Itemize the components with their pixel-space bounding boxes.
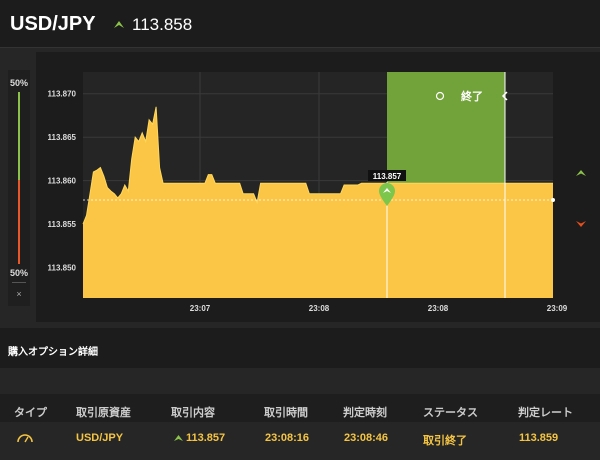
gauge-down-bar [18,180,20,264]
row-rate: 113.859 [519,432,559,444]
end-label-text: 終了 [461,89,483,103]
arrow-down-icon [576,221,586,227]
y-tick-label: 113.850 [48,264,77,273]
header-trade-time: 取引時間 [264,407,308,419]
current-price: 113.858 [132,15,193,34]
header-content: 取引内容 [171,407,215,419]
row-judge-time: 23:08:46 [344,432,389,444]
header-bar: USD/JPY 113.858 [0,0,600,48]
gauge-icon [17,434,33,443]
table-row[interactable]: USD/JPY 113.857 23:08:16 23:08:46 取引終了 1… [0,422,600,452]
x-tick-label: 23:07 [190,304,211,313]
table-header-row: タイプ 取引原資産 取引内容 取引時間 判定時刻 ステータス 判定レート [0,394,600,422]
gauge-top-percent: 50% [9,78,28,88]
pair-title: USD/JPY [10,13,96,35]
x-tick-label: 23:08 [428,304,449,313]
y-tick-label: 113.865 [48,133,77,142]
buy-down-button[interactable] [570,214,592,234]
x-tick-label: 23:08 [309,304,330,313]
details-title: 購入オプション詳細 [8,347,98,358]
chart-svg: 終了 113.857 113.870 113.865 113.860 113.855 1… [36,52,600,322]
gauge-close-icon[interactable]: × [8,289,30,299]
y-tick-label: 113.870 [48,90,77,99]
header-judge-time: 判定時刻 [343,407,387,419]
price-chart: 終了 113.857 113.870 113.865 113.860 113.855 1… [36,52,600,322]
row-content: 113.857 [186,432,226,444]
entry-marker-label: 113.857 [373,172,402,181]
row-trade-time: 23:08:16 [265,432,310,444]
gauge-bottom-percent: 50% [9,268,28,278]
header-type: タイプ [14,407,47,419]
x-tick-label: 23:09 [547,304,568,313]
row-asset: USD/JPY [76,432,124,444]
header-status: ステータス [423,407,478,419]
y-tick-label: 113.855 [48,220,77,229]
details-section-header: 購入オプション詳細 [0,328,600,368]
header-asset: 取引原資産 [76,407,131,419]
header-rate: 判定レート [518,407,573,419]
current-price-dot [551,198,555,202]
sentiment-gauge: 50% 50% × [8,70,30,306]
y-tick-label: 113.860 [48,177,77,186]
row-status: 取引終了 [423,435,467,447]
arrow-up-icon [576,170,586,176]
arrow-up-icon [114,21,124,28]
arrow-up-icon [174,435,183,441]
gauge-divider [12,282,26,283]
gauge-up-bar [18,92,20,180]
buy-up-button[interactable] [570,163,592,183]
